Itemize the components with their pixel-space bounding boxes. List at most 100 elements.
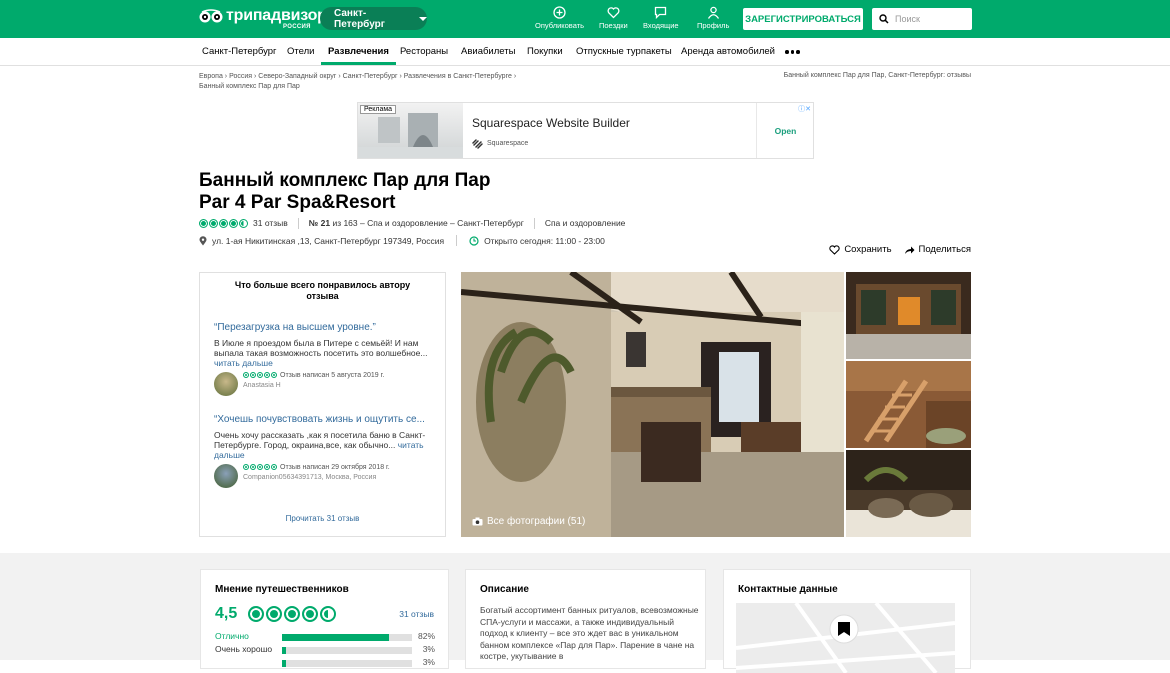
nav-profile[interactable]: Профиль (697, 6, 729, 30)
ad-label: Реклама (360, 105, 397, 114)
plus-circle-icon (553, 6, 566, 19)
side-photo[interactable] (846, 272, 971, 359)
rating-bar-percent: 3% (422, 657, 435, 667)
category-nav: Санкт-Петербург Отели Развлечения Рестор… (0, 38, 1170, 66)
review-author[interactable]: Companion05634391713, Москва, Россия (243, 474, 390, 481)
wooden-stairs-photo-image (846, 361, 971, 448)
share-button[interactable]: Поделиться (904, 244, 971, 255)
description-card: Описание Богатый ассортимент банных риту… (465, 569, 706, 669)
rating-bar-percent: 3% (422, 644, 435, 654)
category-link[interactable]: Спа и оздоровление (545, 218, 626, 228)
page-title-line2: Par 4 Par Spa&Resort (199, 192, 396, 213)
rating-bar-fill (282, 647, 286, 654)
subnav-item-flights[interactable]: Авиабилеты (461, 38, 515, 65)
register-button[interactable]: ЗАРЕГИСТРИРОВАТЬСЯ (743, 8, 863, 30)
nav-inbox-label: Входящие (643, 21, 679, 30)
review-author[interactable]: Anastasia H (243, 382, 384, 389)
city-selector[interactable]: Санкт-Петербург (320, 7, 427, 30)
rank-text[interactable]: из 163 – Спа и оздоровление – Санкт-Пете… (332, 218, 523, 228)
breadcrumb-item[interactable]: Санкт-Петербург (343, 73, 398, 80)
page-actions: Сохранить Поделиться (829, 244, 971, 255)
read-all-reviews-link[interactable]: Прочитать 31 отзыв (200, 514, 445, 523)
owl-logo-icon (199, 9, 223, 23)
contacts-card: Контактные данные (723, 569, 971, 673)
nav-profile-label: Профиль (697, 21, 730, 30)
search-icon (879, 14, 889, 24)
review-snippet: В Июле я проездом была в Питере с семьёй… (214, 338, 428, 368)
search-placeholder: Поиск (895, 14, 920, 24)
rating-bar-label: Отлично (215, 631, 249, 641)
nav-trips-label: Поездки (599, 21, 628, 30)
overall-score: 4,5 (215, 605, 238, 622)
breadcrumb-current: Банный комплекс Пар для Пар (199, 83, 300, 90)
address-row: ул. 1-ая Никитинская ,13, Санкт-Петербур… (199, 235, 605, 246)
heart-icon (829, 244, 840, 255)
ad-close-icon[interactable]: ⓘ✕ (798, 104, 811, 114)
rating-bar-fill (282, 660, 286, 667)
chat-icon (655, 6, 667, 19)
rating-bar-average[interactable]: 3% (215, 657, 435, 668)
subnav-item-city[interactable]: Санкт-Петербург (202, 38, 277, 65)
main-photo[interactable]: Все фотографии (51) (461, 272, 844, 537)
nav-inbox[interactable]: Входящие (643, 6, 679, 30)
save-button[interactable]: Сохранить (829, 244, 892, 255)
breadcrumb-item[interactable]: Северо-Западный округ (258, 73, 336, 80)
room-photo-image (461, 272, 844, 537)
city-label: Санкт-Петербург (334, 7, 385, 30)
heart-icon (607, 7, 620, 19)
avatar[interactable] (214, 464, 238, 488)
rank-number: № 21 (308, 218, 331, 228)
logo-region: РОССИЯ (283, 24, 311, 30)
subnav-item-shopping[interactable]: Покупки (527, 38, 563, 65)
subnav-item-restaurants[interactable]: Рестораны (400, 38, 448, 65)
rating-bar-excellent[interactable]: Отлично 82% (215, 631, 435, 642)
subnav-item-car-rental[interactable]: Аренда автомобилей (681, 38, 775, 65)
map[interactable] (736, 603, 955, 673)
all-photos-label: Все фотографии (51) (487, 516, 586, 527)
hours-text[interactable]: Открыто сегодня: 11:00 - 23:00 (484, 236, 605, 246)
subnav-item-hotels[interactable]: Отели (287, 38, 314, 65)
ad-banner[interactable]: Реклама Squarespace Website Builder Squa… (357, 102, 814, 159)
side-photo[interactable] (846, 450, 971, 537)
breadcrumb-item[interactable]: Европа (199, 73, 223, 80)
page-title: Банный комплекс Пар для Пар Par 4 Par Sp… (199, 170, 599, 214)
tripadvisor-logo[interactable]: трипадвизор РОССИЯ (199, 7, 327, 33)
rating-bubbles-large (248, 606, 336, 622)
address-text[interactable]: ул. 1-ая Никитинская ,13, Санкт-Петербур… (212, 236, 444, 246)
share-label: Поделиться (918, 244, 971, 255)
map-image (736, 603, 955, 673)
review-quote[interactable]: “Хочешь почувствовать жизнь и ощутить се… (214, 414, 439, 426)
description-text: Богатый ассортимент банных ритуалов, все… (480, 605, 699, 661)
review-quote[interactable]: “Перезагрузка на высшем уровне.” (214, 322, 439, 334)
rating-bar-fill (282, 634, 389, 641)
highlight-review: “Перезагрузка на высшем уровне.” В Июле … (214, 322, 439, 396)
read-more-link[interactable]: читать дальше (214, 358, 273, 368)
user-icon (707, 6, 719, 19)
more-icon[interactable] (785, 50, 800, 54)
review-date: Отзыв написан 29 октября 2018 г. (280, 464, 390, 471)
highlights-title: Что больше всего понравилось автору отзы… (234, 280, 411, 301)
side-photo[interactable] (846, 361, 971, 448)
rating-bubbles-small (243, 372, 277, 379)
nav-publish-label: Опубликовать (535, 21, 585, 30)
breadcrumb-item[interactable]: Россия (229, 73, 252, 80)
rating-bar-label: Очень хорошо (215, 644, 273, 654)
breadcrumb-item[interactable]: Развлечения в Санкт-Петербурге (404, 73, 512, 80)
chevron-down-icon (419, 16, 427, 21)
avatar[interactable] (214, 372, 238, 396)
ad-title[interactable]: Squarespace Website Builder (472, 116, 630, 130)
page-title-line1: Банный комплекс Пар для Пар (199, 170, 491, 191)
rating-bar-very-good[interactable]: Очень хорошо 3% (215, 644, 435, 655)
nav-trips[interactable]: Поездки (599, 6, 628, 30)
location-pin-icon (199, 235, 207, 245)
review-count-link[interactable]: 31 отзыв (253, 218, 288, 228)
rating-bubbles-small (243, 464, 277, 471)
subnav-item-packages[interactable]: Отпускные турпакеты (576, 38, 672, 65)
rating-bubbles (199, 218, 248, 228)
review-date: Отзыв написан 5 августа 2019 г. (280, 372, 385, 379)
search-input[interactable]: Поиск (872, 8, 972, 30)
nav-publish[interactable]: Опубликовать (535, 6, 584, 30)
all-photos-button[interactable]: Все фотографии (51) (472, 516, 585, 527)
subnav-item-attractions[interactable]: Развлечения (321, 38, 396, 65)
review-count-link[interactable]: 31 отзыв (399, 609, 434, 619)
